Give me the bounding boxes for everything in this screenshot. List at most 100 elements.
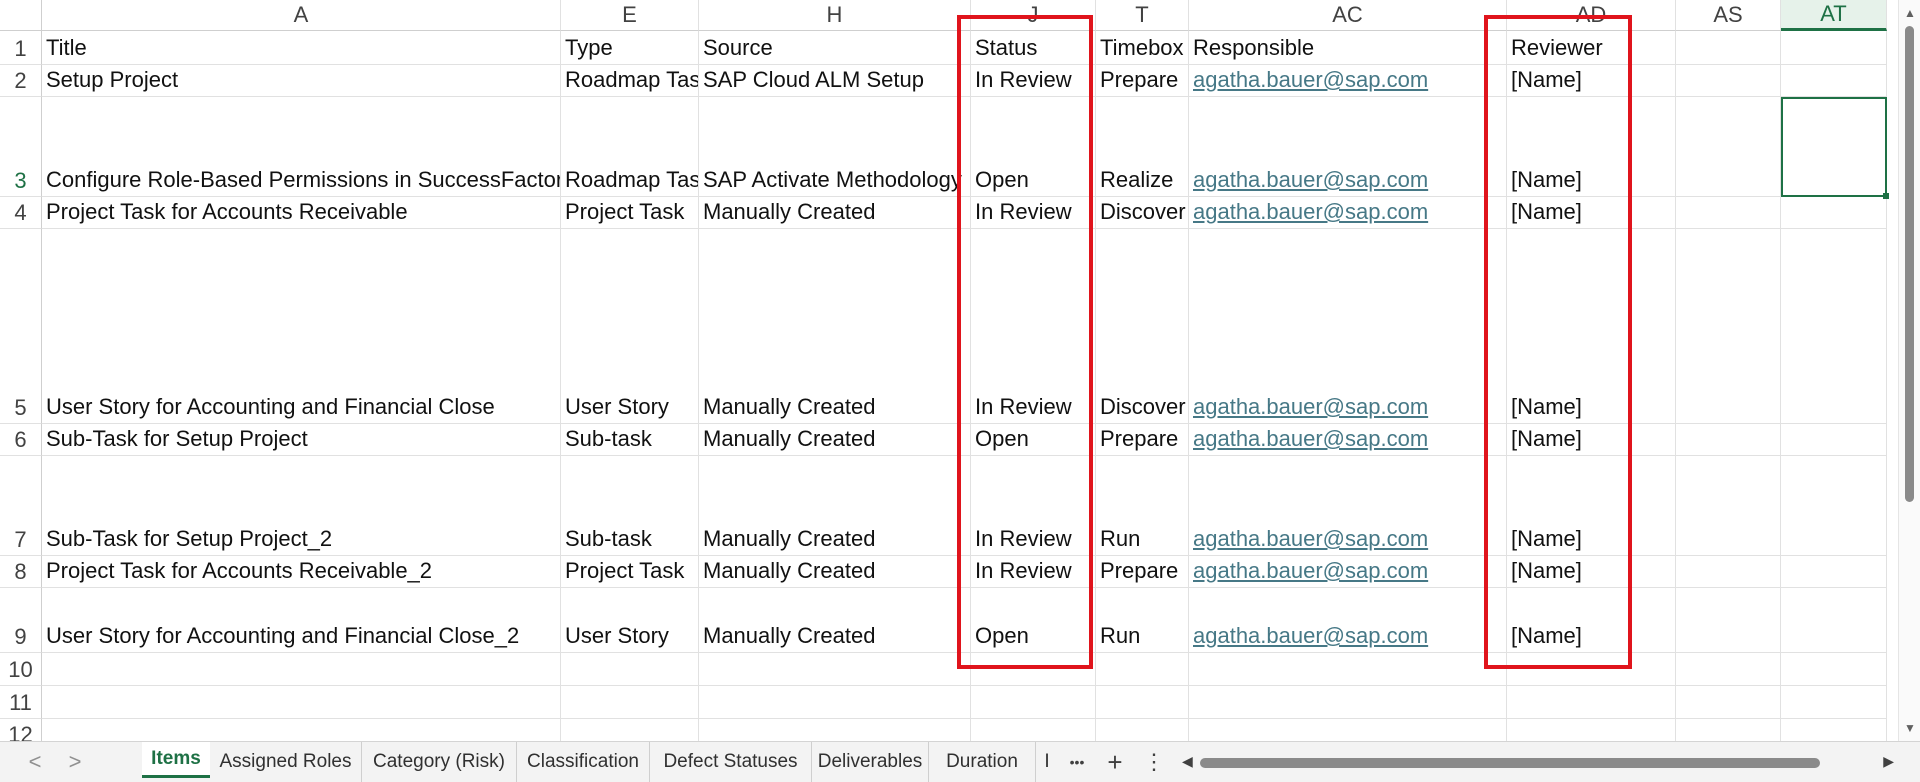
- next-sheet-icon[interactable]: >: [60, 748, 90, 776]
- cell-status-row-5[interactable]: In Review: [971, 229, 1096, 424]
- cell-at-row-1[interactable]: [1781, 31, 1887, 65]
- cell-responsible-row-6[interactable]: agatha.bauer@sap.com: [1189, 424, 1507, 456]
- cell-timebox-row-4[interactable]: Discover: [1096, 197, 1189, 229]
- cell-as-row-11[interactable]: [1676, 686, 1781, 719]
- cell-type-row-12[interactable]: [561, 719, 699, 741]
- cell-responsible-row-10[interactable]: [1189, 653, 1507, 686]
- cell-title-row-11[interactable]: [42, 686, 561, 719]
- column-header-j[interactable]: J: [971, 0, 1096, 31]
- cell-timebox-row-5[interactable]: Discover: [1096, 229, 1189, 424]
- cell-source-row-2[interactable]: SAP Cloud ALM Setup: [699, 65, 971, 97]
- cell-status-row-12[interactable]: [971, 719, 1096, 741]
- cell-status-row-6[interactable]: Open: [971, 424, 1096, 456]
- cell-status-row-4[interactable]: In Review: [971, 197, 1096, 229]
- sheet-tab-assigned-roles[interactable]: Assigned Roles: [210, 742, 362, 782]
- cell-timebox-row-6[interactable]: Prepare: [1096, 424, 1189, 456]
- cell-status-row-1[interactable]: Status: [971, 31, 1096, 65]
- cell-timebox-row-8[interactable]: Prepare: [1096, 556, 1189, 588]
- cell-responsible-row-5[interactable]: agatha.bauer@sap.com: [1189, 229, 1507, 424]
- select-all-corner[interactable]: [0, 0, 42, 31]
- horizontal-scrollbar[interactable]: ◀ ▶: [1178, 749, 1898, 775]
- row-header-5[interactable]: 5: [0, 229, 42, 424]
- cell-title-row-1[interactable]: Title: [42, 31, 561, 65]
- vertical-scroll-thumb[interactable]: [1905, 26, 1914, 502]
- cell-status-row-8[interactable]: In Review: [971, 556, 1096, 588]
- cell-timebox-row-9[interactable]: Run: [1096, 588, 1189, 653]
- cell-timebox-row-11[interactable]: [1096, 686, 1189, 719]
- scroll-up-icon[interactable]: ▲: [1899, 6, 1920, 20]
- cell-as-row-7[interactable]: [1676, 456, 1781, 556]
- cell-status-row-10[interactable]: [971, 653, 1096, 686]
- cell-type-row-1[interactable]: Type: [561, 31, 699, 65]
- cell-at-row-5[interactable]: [1781, 229, 1887, 424]
- cell-title-row-4[interactable]: Project Task for Accounts Receivable: [42, 197, 561, 229]
- row-header-11[interactable]: 11: [0, 686, 42, 719]
- cell-at-row-4[interactable]: [1781, 197, 1887, 229]
- cell-as-row-3[interactable]: [1676, 97, 1781, 197]
- cell-title-row-12[interactable]: [42, 719, 561, 741]
- row-header-4[interactable]: 4: [0, 197, 42, 229]
- cell-type-row-3[interactable]: Roadmap Task: [561, 97, 699, 197]
- cell-timebox-row-3[interactable]: Realize: [1096, 97, 1189, 197]
- cell-title-row-9[interactable]: User Story for Accounting and Financial …: [42, 588, 561, 653]
- cell-at-row-12[interactable]: [1781, 719, 1887, 741]
- spreadsheet-grid[interactable]: A E H J T AC AD AS AT 1 2 3 4 5 6 7 8 9 10 11 12 Title Type S…: [0, 0, 1920, 741]
- cell-source-row-12[interactable]: [699, 719, 971, 741]
- cell-source-row-4[interactable]: Manually Created: [699, 197, 971, 229]
- cell-title-row-5[interactable]: User Story for Accounting and Financial …: [42, 229, 561, 424]
- cell-status-row-11[interactable]: [971, 686, 1096, 719]
- cell-reviewer-row-3[interactable]: [Name]: [1507, 97, 1676, 197]
- cell-title-row-7[interactable]: Sub-Task for Setup Project_2: [42, 456, 561, 556]
- cell-timebox-row-12[interactable]: [1096, 719, 1189, 741]
- row-header-7[interactable]: 7: [0, 456, 42, 556]
- cell-reviewer-row-2[interactable]: [Name]: [1507, 65, 1676, 97]
- cell-source-row-11[interactable]: [699, 686, 971, 719]
- cell-type-row-5[interactable]: User Story: [561, 229, 699, 424]
- cell-as-row-5[interactable]: [1676, 229, 1781, 424]
- cell-as-row-12[interactable]: [1676, 719, 1781, 741]
- cell-as-row-8[interactable]: [1676, 556, 1781, 588]
- cell-reviewer-row-6[interactable]: [Name]: [1507, 424, 1676, 456]
- cell-at-row-3[interactable]: [1781, 97, 1887, 197]
- cell-reviewer-row-12[interactable]: [1507, 719, 1676, 741]
- cell-responsible-row-7[interactable]: agatha.bauer@sap.com: [1189, 456, 1507, 556]
- row-header-3[interactable]: 3: [0, 97, 42, 197]
- cell-responsible-row-11[interactable]: [1189, 686, 1507, 719]
- cell-as-row-1[interactable]: [1676, 31, 1781, 65]
- cell-timebox-row-2[interactable]: Prepare: [1096, 65, 1189, 97]
- cell-title-row-6[interactable]: Sub-Task for Setup Project: [42, 424, 561, 456]
- row-header-10[interactable]: 10: [0, 653, 42, 686]
- cell-status-row-2[interactable]: In Review: [971, 65, 1096, 97]
- cell-reviewer-row-4[interactable]: [Name]: [1507, 197, 1676, 229]
- cell-at-row-11[interactable]: [1781, 686, 1887, 719]
- cell-title-row-2[interactable]: Setup Project: [42, 65, 561, 97]
- cell-at-row-8[interactable]: [1781, 556, 1887, 588]
- column-header-as[interactable]: AS: [1676, 0, 1781, 31]
- row-header-9[interactable]: 9: [0, 588, 42, 653]
- cell-at-row-7[interactable]: [1781, 456, 1887, 556]
- cell-type-row-2[interactable]: Roadmap Task: [561, 65, 699, 97]
- cell-responsible-row-4[interactable]: agatha.bauer@sap.com: [1189, 197, 1507, 229]
- scroll-right-icon[interactable]: ▶: [1883, 753, 1894, 770]
- row-header-2[interactable]: 2: [0, 65, 42, 97]
- cell-reviewer-row-11[interactable]: [1507, 686, 1676, 719]
- cell-timebox-row-10[interactable]: [1096, 653, 1189, 686]
- cell-type-row-9[interactable]: User Story: [561, 588, 699, 653]
- cell-at-row-2[interactable]: [1781, 65, 1887, 97]
- cell-type-row-6[interactable]: Sub-task: [561, 424, 699, 456]
- sheet-tab-category-risk[interactable]: Category (Risk): [362, 742, 517, 782]
- scroll-left-icon[interactable]: ◀: [1182, 753, 1193, 770]
- cell-source-row-1[interactable]: Source: [699, 31, 971, 65]
- sheet-tab-deliverables[interactable]: Deliverables: [812, 742, 929, 782]
- cell-reviewer-row-9[interactable]: [Name]: [1507, 588, 1676, 653]
- cell-source-row-5[interactable]: Manually Created: [699, 229, 971, 424]
- row-header-12[interactable]: 12: [0, 719, 42, 741]
- cell-type-row-8[interactable]: Project Task: [561, 556, 699, 588]
- column-header-ad[interactable]: AD: [1507, 0, 1676, 31]
- sheet-tab-items[interactable]: Items: [142, 742, 210, 778]
- cell-status-row-3[interactable]: Open: [971, 97, 1096, 197]
- sheet-tab-i[interactable]: I: [1036, 742, 1058, 782]
- row-header-8[interactable]: 8: [0, 556, 42, 588]
- cell-title-row-3[interactable]: Configure Role-Based Permissions in Succ…: [42, 97, 561, 197]
- cell-at-row-6[interactable]: [1781, 424, 1887, 456]
